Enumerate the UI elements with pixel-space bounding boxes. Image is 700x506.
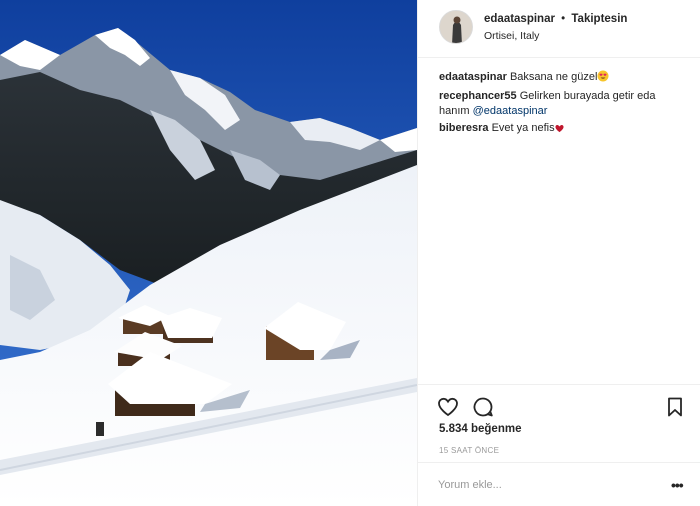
more-options-icon[interactable]: •••	[671, 477, 684, 493]
separator-dot: •	[561, 13, 566, 25]
post-header: edaataspinar • Takiptesin Ortisei, Italy	[418, 0, 700, 58]
post-username[interactable]: edaataspinar	[484, 13, 555, 25]
comment-text: Baksana ne güzel	[509, 71, 598, 83]
comment-text: Evet ya nefis	[491, 122, 555, 134]
following-button[interactable]: Takiptesin	[571, 13, 627, 25]
post-location[interactable]: Ortisei, Italy	[484, 30, 539, 42]
comment-username[interactable]: recephancer55	[439, 90, 517, 102]
heart-icon[interactable]	[436, 395, 460, 419]
comment-item: biberesra Evet ya nefis	[439, 121, 689, 138]
avatar[interactable]	[439, 10, 473, 44]
post-side-panel: edaataspinar • Takiptesin Ortisei, Italy…	[417, 0, 700, 506]
mention-link[interactable]: @edaataspinar	[473, 105, 548, 117]
post-actions	[418, 384, 700, 424]
heart-emoji-icon	[555, 123, 564, 138]
comment-username[interactable]: biberesra	[439, 122, 489, 134]
comment-username[interactable]: edaataspinar	[439, 71, 507, 83]
caption-comment: edaataspinar Baksana ne güzel	[439, 70, 689, 87]
post-photo[interactable]	[0, 0, 417, 506]
post-timestamp[interactable]: 15 SAAT ÖNCE	[439, 446, 499, 455]
comment-list: edaataspinar Baksana ne güzel recephance…	[439, 70, 689, 140]
comment-bubble-icon[interactable]	[471, 395, 495, 419]
comment-item: recephancer55 Gelirken burayada getir ed…	[439, 89, 689, 119]
snowy-mountain-chalets-photo	[0, 0, 417, 506]
bookmark-icon[interactable]	[663, 395, 687, 419]
profile-photo-icon	[440, 11, 472, 43]
add-comment-bar: •••	[418, 462, 700, 506]
comment-input[interactable]	[438, 476, 648, 494]
heart-eyes-emoji-icon	[597, 70, 609, 87]
like-count[interactable]: 5.834 beğenme	[439, 423, 521, 435]
